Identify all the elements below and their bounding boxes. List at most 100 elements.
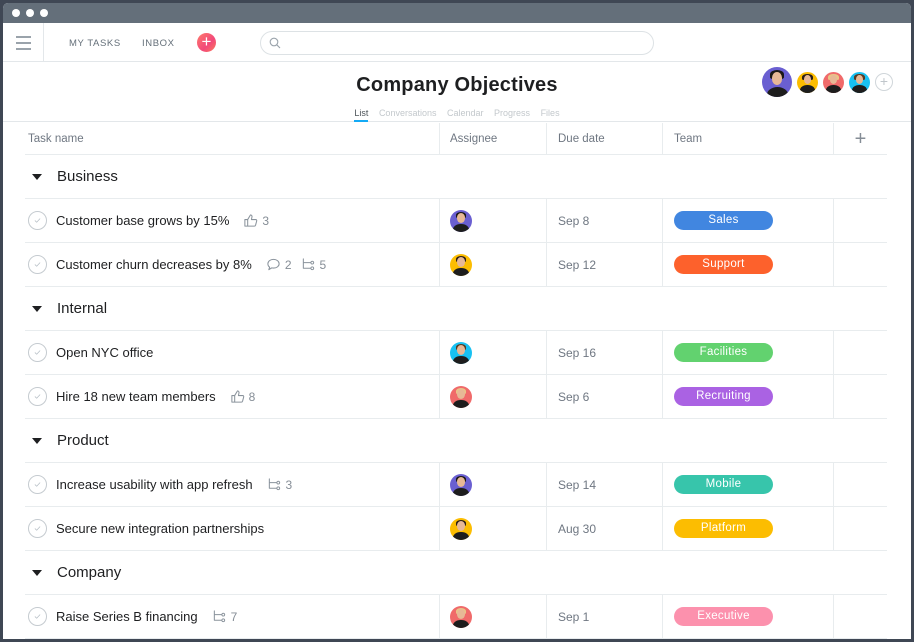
due-date-cell[interactable]: Sep 6	[547, 375, 663, 418]
caret-down-icon[interactable]	[32, 437, 42, 444]
team-cell[interactable]: Sales	[663, 199, 834, 242]
tab-conversations[interactable]: Conversations	[379, 108, 437, 121]
assignee-cell[interactable]	[440, 199, 547, 242]
tab-calendar[interactable]: Calendar	[447, 108, 484, 121]
task-row[interactable]: Customer base grows by 15% 3 Sep 8 Sales	[25, 199, 887, 243]
caret-down-icon[interactable]	[32, 173, 42, 180]
empty-cell	[834, 199, 887, 242]
task-name[interactable]: Open NYC office	[56, 345, 153, 360]
comment-count[interactable]: 2	[266, 257, 292, 272]
quick-add-button[interactable]: +	[197, 33, 216, 52]
window-minimize-dot[interactable]	[26, 9, 34, 17]
nav-my-tasks[interactable]: MY TASKS	[69, 38, 121, 49]
team-cell[interactable]: Facilities	[663, 331, 834, 374]
window-maximize-dot[interactable]	[40, 9, 48, 17]
complete-task-checkbox[interactable]	[28, 387, 47, 406]
task-name[interactable]: Customer churn decreases by 8%	[56, 257, 252, 272]
task-row[interactable]: Customer churn decreases by 8% 2 5 Sep 12 Su…	[25, 243, 887, 287]
due-date-cell[interactable]: Sep 16	[547, 331, 663, 374]
section-header[interactable]: Internal	[25, 287, 887, 331]
member-avatar[interactable]	[762, 67, 792, 97]
search-bar[interactable]	[260, 31, 654, 55]
due-date-cell[interactable]: Sep 8	[547, 199, 663, 242]
assignee-cell[interactable]	[440, 507, 547, 550]
task-name[interactable]: Customer base grows by 15%	[56, 213, 229, 228]
team-tag[interactable]: Sales	[674, 211, 773, 230]
complete-task-checkbox[interactable]	[28, 519, 47, 538]
tab-files[interactable]: Files	[541, 108, 560, 121]
column-assignee[interactable]: Assignee	[440, 123, 547, 154]
due-date-cell[interactable]: Sep 1	[547, 595, 663, 638]
task-row[interactable]: Raise Series B financing 7 Sep 1 Executive	[25, 595, 887, 639]
complete-task-checkbox[interactable]	[28, 255, 47, 274]
task-row[interactable]: Secure new integration partnerships Aug 3…	[25, 507, 887, 551]
section-header[interactable]: Company	[25, 551, 887, 595]
complete-task-checkbox[interactable]	[28, 211, 47, 230]
task-row[interactable]: Increase usability with app refresh 3 Sep …	[25, 463, 887, 507]
team-tag[interactable]: Recruiting	[674, 387, 773, 406]
task-name-cell: Secure new integration partnerships	[25, 507, 440, 550]
section-name: Business	[57, 168, 118, 185]
assignee-avatar[interactable]	[450, 473, 472, 496]
subtask-icon	[213, 610, 225, 623]
nav-inbox[interactable]: INBOX	[142, 38, 175, 49]
subtask-count[interactable]: 7	[212, 609, 237, 624]
task-name[interactable]: Increase usability with app refresh	[56, 477, 253, 492]
project-members: +	[762, 67, 893, 97]
team-cell[interactable]: Recruiting	[663, 375, 834, 418]
complete-task-checkbox[interactable]	[28, 475, 47, 494]
task-row[interactable]: Open NYC office Sep 16 Facilities	[25, 331, 887, 375]
member-avatar[interactable]	[797, 71, 818, 93]
assignee-avatar[interactable]	[450, 209, 472, 232]
assignee-avatar[interactable]	[450, 385, 472, 408]
complete-task-checkbox[interactable]	[28, 343, 47, 362]
subtask-count-value: 3	[285, 477, 293, 492]
like-count[interactable]: 3	[243, 213, 269, 228]
due-date-cell[interactable]: Sep 14	[547, 463, 663, 506]
member-avatar[interactable]	[849, 71, 870, 93]
team-cell[interactable]: Executive	[663, 595, 834, 638]
window-close-dot[interactable]	[12, 9, 20, 17]
assignee-avatar[interactable]	[450, 341, 472, 364]
team-cell[interactable]: Support	[663, 243, 834, 286]
column-team[interactable]: Team	[663, 123, 834, 154]
subtask-count[interactable]: 5	[301, 257, 326, 272]
team-tag[interactable]: Executive	[674, 607, 773, 626]
assignee-cell[interactable]	[440, 595, 547, 638]
like-count[interactable]: 8	[230, 389, 255, 404]
assignee-cell[interactable]	[440, 331, 547, 374]
team-cell[interactable]: Mobile	[663, 463, 834, 506]
menu-icon[interactable]	[3, 23, 44, 62]
tab-list[interactable]: List	[354, 108, 369, 122]
assignee-avatar[interactable]	[450, 605, 472, 628]
caret-down-icon[interactable]	[32, 569, 42, 576]
column-task-name[interactable]: Task name	[25, 123, 440, 154]
member-avatar[interactable]	[823, 71, 844, 93]
team-cell[interactable]: Platform	[663, 507, 834, 550]
complete-task-checkbox[interactable]	[28, 607, 47, 626]
team-tag[interactable]: Facilities	[674, 343, 773, 362]
assignee-cell[interactable]	[440, 243, 547, 286]
due-date-cell[interactable]: Aug 30	[547, 507, 663, 550]
due-date-cell[interactable]: Sep 12	[547, 243, 663, 286]
task-name[interactable]: Secure new integration partnerships	[56, 521, 264, 536]
section-header[interactable]: Product	[25, 419, 887, 463]
assignee-avatar[interactable]	[450, 517, 472, 540]
assignee-cell[interactable]	[440, 463, 547, 506]
subtask-count[interactable]: 3	[267, 477, 293, 492]
team-tag[interactable]: Support	[674, 255, 773, 274]
team-tag[interactable]: Platform	[674, 519, 773, 538]
column-due-date[interactable]: Due date	[547, 123, 663, 154]
add-column-button[interactable]: +	[834, 123, 887, 154]
search-input[interactable]	[261, 32, 653, 54]
assignee-avatar[interactable]	[450, 253, 472, 276]
task-name[interactable]: Hire 18 new team members	[56, 389, 216, 404]
tab-progress[interactable]: Progress	[494, 108, 530, 121]
team-tag[interactable]: Mobile	[674, 475, 773, 494]
task-row[interactable]: Hire 18 new team members 8 Sep 6 Recruiting	[25, 375, 887, 419]
caret-down-icon[interactable]	[32, 305, 42, 312]
section-header[interactable]: Business	[25, 155, 887, 199]
task-name[interactable]: Raise Series B financing	[56, 609, 198, 624]
add-member-button[interactable]: +	[875, 73, 893, 91]
assignee-cell[interactable]	[440, 375, 547, 418]
